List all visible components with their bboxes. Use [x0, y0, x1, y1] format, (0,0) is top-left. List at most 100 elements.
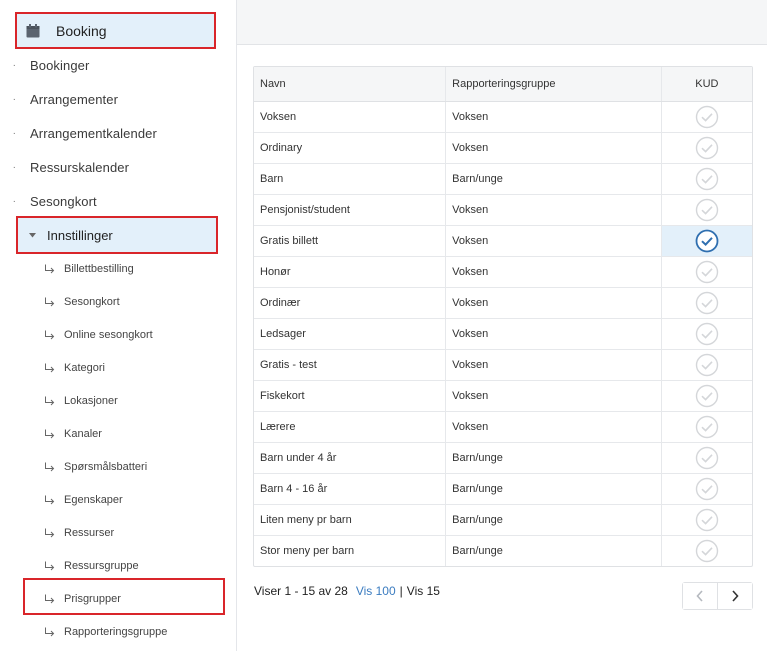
sub-arrow-icon [0, 264, 64, 274]
kud-toggle[interactable] [660, 535, 752, 566]
cell-group: Barn/unge [445, 473, 662, 505]
table-row[interactable]: Ledsager Voksen [254, 318, 752, 350]
prev-page-button[interactable] [683, 583, 717, 609]
cell-name: Barn [254, 163, 446, 195]
cell-group: Barn/unge [445, 442, 662, 474]
cell-group: Barn/unge [445, 535, 662, 566]
kud-toggle[interactable] [660, 225, 752, 257]
kud-toggle[interactable] [660, 504, 752, 536]
table-row[interactable]: Liten meny pr barn Barn/unge [254, 504, 752, 536]
kud-toggle[interactable] [660, 442, 752, 474]
cell-group: Voksen [445, 101, 662, 133]
kud-toggle[interactable] [660, 132, 752, 164]
sub-item-label: Online sesongkort [64, 328, 153, 341]
kud-toggle[interactable] [660, 473, 752, 505]
kud-toggle[interactable] [660, 349, 752, 381]
sub-item-label: Spørsmålsbatteri [64, 460, 148, 473]
next-page-button[interactable] [717, 583, 752, 609]
check-circle-icon [695, 353, 719, 376]
sub-item-sesongkort[interactable]: Sesongkort [0, 285, 236, 318]
sub-item-label: Sesongkort [64, 295, 120, 308]
sub-item-kategori[interactable]: Kategori [0, 351, 236, 384]
table-row[interactable]: Pensjonist/student Voksen [254, 194, 752, 226]
nav-item-bookinger[interactable]: · Bookinger [0, 48, 236, 82]
sub-item-label: Rapporteringsgruppe [64, 625, 168, 638]
sub-item-online-sesongkort[interactable]: Online sesongkort [0, 318, 236, 351]
kud-toggle[interactable] [660, 163, 752, 195]
sub-arrow-icon [0, 330, 64, 340]
sub-item-label: Ressursgruppe [64, 559, 139, 572]
nav-item-arrangementkalender[interactable]: · Arrangementkalender [0, 116, 236, 150]
sub-item-lokasjoner[interactable]: Lokasjoner [0, 384, 236, 417]
sub-arrow-icon [0, 429, 64, 439]
table-row[interactable]: Barn Barn/unge [254, 163, 752, 195]
table-row[interactable]: Stor meny per barn Barn/unge [254, 535, 752, 566]
kud-toggle[interactable] [660, 256, 752, 288]
sub-item-ressurser[interactable]: Ressurser [0, 516, 236, 549]
kud-toggle[interactable] [660, 101, 752, 133]
chevron-left-icon [696, 590, 703, 602]
kud-toggle[interactable] [660, 318, 752, 350]
nav-item-arrangementer[interactable]: · Arrangementer [0, 82, 236, 116]
kud-toggle[interactable] [660, 380, 752, 412]
sub-item-kanaler[interactable]: Kanaler [0, 417, 236, 450]
nav-item-label: Bookinger [30, 57, 90, 73]
bullet-icon: · [12, 93, 16, 105]
sub-item-label: Billettbestilling [64, 262, 134, 275]
sub-arrow-icon [0, 495, 64, 505]
nav-item-label: Ressurskalender [30, 159, 130, 175]
table-row[interactable]: Ordinær Voksen [254, 287, 752, 319]
sub-arrow-icon [0, 297, 64, 307]
table-row[interactable]: Ordinary Voksen [254, 132, 752, 164]
kud-toggle[interactable] [660, 194, 752, 226]
check-circle-icon [695, 384, 719, 407]
nav-booking[interactable]: Booking [15, 12, 216, 49]
sub-arrow-icon [0, 396, 64, 406]
check-circle-icon [695, 198, 719, 221]
nav-item-ressurskalender[interactable]: · Ressurskalender [0, 150, 236, 184]
table-row[interactable]: Lærere Voksen [254, 411, 752, 443]
prisgrupper-highlight [23, 578, 225, 615]
table-row[interactable]: Gratis - test Voksen [254, 349, 752, 381]
cell-group: Voksen [445, 132, 662, 164]
kud-toggle[interactable] [660, 287, 752, 319]
bullet-icon: · [12, 161, 16, 173]
table-row[interactable]: Barn under 4 år Barn/unge [254, 442, 752, 474]
table-row[interactable]: Gratis billett Voksen [254, 225, 752, 257]
column-header-name[interactable]: Navn [254, 67, 446, 102]
column-header-group[interactable]: Rapporteringsgruppe [445, 67, 662, 102]
sub-item-spørsmålsbatteri[interactable]: Spørsmålsbatteri [0, 450, 236, 483]
sub-item-billettbestilling[interactable]: Billettbestilling [0, 252, 236, 285]
table-header-row: Navn Rapporteringsgruppe KUD [254, 67, 752, 102]
nav-item-sesongkort[interactable]: · Sesongkort [0, 184, 236, 218]
table-row[interactable]: Honør Voksen [254, 256, 752, 288]
sub-item-rapporteringsgruppe[interactable]: Rapporteringsgruppe [0, 615, 236, 648]
nav-item-label: Arrangementkalender [30, 125, 157, 141]
sub-item-label: Lokasjoner [64, 394, 118, 407]
chevron-right-icon [732, 590, 739, 602]
cell-name: Honør [254, 256, 446, 288]
cell-name: Barn 4 - 16 år [254, 473, 446, 505]
sub-arrow-icon [0, 561, 64, 571]
cell-name: Stor meny per barn [260, 544, 355, 557]
cell-name: Gratis billett [254, 225, 446, 257]
top-bar [237, 0, 767, 45]
cell-name: Barn under 4 år [254, 442, 446, 474]
show-100-link[interactable]: Vis 100 [356, 584, 396, 598]
show-15-link[interactable]: Vis 15 [407, 584, 440, 598]
nav-settings[interactable]: Innstillinger [16, 216, 218, 254]
table-row[interactable]: Barn 4 - 16 år Barn/unge [254, 473, 752, 505]
cell-group: Voksen [445, 411, 662, 443]
pagination-info: Viser 1 - 15 av 28 Vis 100 | Vis 15 [254, 584, 440, 598]
cell-group: Voksen [445, 287, 662, 319]
nav-settings-label: Innstillinger [47, 227, 113, 243]
bullet-icon: · [12, 59, 16, 71]
sidebar: Booking · Bookinger · Arrangementer · Arrange… [0, 0, 237, 651]
cell-group: Voksen [445, 349, 662, 381]
table-row[interactable]: Voksen Voksen [254, 101, 752, 133]
cell-group: Voksen [445, 256, 662, 288]
column-header-kud[interactable]: KUD [660, 67, 752, 102]
sub-item-egenskaper[interactable]: Egenskaper [0, 483, 236, 516]
kud-toggle[interactable] [660, 411, 752, 443]
table-row[interactable]: Fiskekort Voksen [254, 380, 752, 412]
